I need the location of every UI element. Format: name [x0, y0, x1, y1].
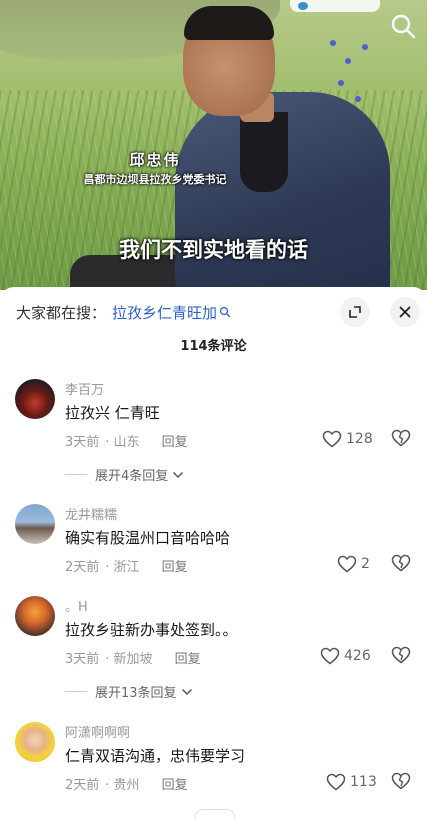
like-button[interactable]: 426	[320, 646, 371, 666]
flower	[355, 96, 361, 102]
comment-meta: 2天前 · 贵州 回复	[65, 774, 188, 793]
comment-text: 拉孜兴 仁青旺	[65, 404, 160, 422]
video-player[interactable]: 邱忠伟 昌都市边坝县拉孜乡党委书记 我们不到实地看的话	[0, 0, 427, 290]
expand-replies[interactable]: 展开4条回复	[65, 465, 184, 484]
comment-time: 3天前	[65, 652, 100, 667]
comment-location: · 浙江	[105, 560, 140, 575]
flower	[362, 44, 368, 50]
avatar[interactable]	[15, 504, 55, 544]
like-count: 128	[346, 431, 373, 447]
broken-heart-icon	[391, 554, 411, 572]
broken-heart-icon	[391, 646, 411, 664]
expand-replies-label: 展开4条回复	[95, 469, 169, 484]
caption-title: 昌都市边坝县拉孜乡党委书记	[83, 173, 227, 186]
person-hair	[184, 6, 274, 40]
comment-time: 3天前	[65, 435, 100, 450]
comment-meta: 2天前 · 浙江 回复	[65, 556, 188, 575]
search-icon[interactable]	[389, 12, 417, 40]
suggested-search-term[interactable]: 拉孜乡仁青旺加	[112, 302, 217, 323]
suggested-search-prefix: 大家都在搜：	[16, 303, 107, 322]
heart-icon	[337, 555, 357, 573]
comment-username[interactable]: 龙井糯糯	[65, 504, 117, 523]
comment-text: 确实有股温州口音哈哈哈	[65, 529, 231, 547]
comment-location: · 新加坡	[105, 652, 153, 667]
like-count: 426	[344, 648, 371, 664]
heart-icon	[320, 647, 340, 665]
comment-username[interactable]: 阿潇啊啊啊	[65, 722, 130, 741]
broken-heart-icon	[391, 429, 411, 447]
reply-button[interactable]: 回复	[162, 435, 188, 450]
flower	[345, 58, 351, 64]
like-count: 113	[350, 774, 377, 790]
heart-icon	[326, 773, 346, 791]
avatar[interactable]	[15, 379, 55, 419]
caption-name: 邱忠伟	[129, 151, 181, 169]
comment-meta: 3天前 · 新加坡 回复	[65, 648, 201, 667]
comment-location: · 贵州	[105, 778, 140, 793]
avatar[interactable]	[15, 596, 55, 636]
dislike-button[interactable]	[391, 646, 411, 666]
comment-username[interactable]: 。H	[65, 596, 88, 615]
reply-button[interactable]: 回复	[162, 778, 188, 793]
channel-logo	[290, 0, 380, 12]
dislike-button[interactable]	[391, 554, 411, 574]
comment-sheet: 大家都在搜： 拉孜乡仁青旺加 114条评论 李百万 拉孜兴 仁青旺 3天前 · 山…	[0, 287, 427, 819]
like-button[interactable]: 113	[326, 772, 377, 792]
reply-button[interactable]: 回复	[175, 652, 201, 667]
expand-replies[interactable]: 展开13条回复	[65, 682, 193, 701]
dislike-button[interactable]	[391, 772, 411, 792]
chevron-down-icon	[181, 688, 192, 695]
broken-heart-icon	[391, 772, 411, 790]
comment-text: 拉孜乡驻新办事处签到。。	[65, 621, 238, 639]
expand-replies-label: 展开13条回复	[95, 686, 177, 701]
avatar[interactable]	[15, 722, 55, 762]
reply-button[interactable]: 回复	[162, 560, 188, 575]
like-button[interactable]: 128	[322, 429, 373, 449]
flower	[338, 80, 344, 86]
comment-meta: 3天前 · 山东 回复	[65, 431, 188, 450]
divider-line	[65, 691, 87, 692]
comment-text: 仁青双语沟通，忠伟要学习	[65, 747, 246, 765]
expand-arrow-icon	[349, 306, 361, 318]
divider-line	[65, 474, 87, 475]
expand-button[interactable]	[340, 297, 370, 327]
close-icon	[399, 306, 411, 318]
close-button[interactable]	[390, 297, 420, 327]
comment-location: · 山东	[105, 435, 140, 450]
comment-count: 114条评论	[180, 339, 247, 354]
video-subtitle: 我们不到实地看的话	[119, 238, 308, 262]
flower	[330, 40, 336, 46]
comment-time: 2天前	[65, 560, 100, 575]
comment-username[interactable]: 李百万	[65, 379, 104, 398]
chevron-down-icon	[173, 471, 184, 478]
heart-icon	[322, 430, 342, 448]
dislike-button[interactable]	[391, 429, 411, 449]
suggested-search[interactable]: 大家都在搜： 拉孜乡仁青旺加	[16, 301, 231, 323]
like-button[interactable]: 2	[337, 554, 370, 574]
comment-time: 2天前	[65, 778, 100, 793]
like-count: 2	[361, 556, 370, 572]
search-icon	[219, 306, 231, 318]
scroll-indicator[interactable]	[195, 809, 235, 819]
